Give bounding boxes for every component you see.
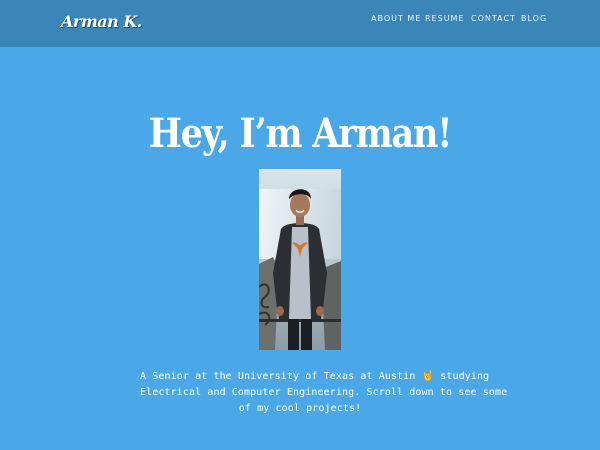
bio-line-1-start: A Senior at the University of Texas at A… [140,371,416,382]
bio-line-2: Electrical and Computer Engineering. Scr… [140,387,508,398]
nav-blog[interactable]: BLOG [521,14,547,23]
navbar: Arman K. ABOUT ME RESUME CONTACT BLOG [0,0,600,47]
bio-line-3: of my cool projects! [238,403,362,414]
profile-photo [259,169,341,350]
rock-on-hand-icon: 🤘 [421,371,435,382]
bio-text: A Senior at the University of Texas at A… [140,369,508,417]
bio-line-1: A Senior at the University of Texas at A… [140,369,489,385]
person-photo-icon [259,169,341,350]
nav-contact[interactable]: CONTACT [471,14,516,23]
nav-resume[interactable]: RESUME [425,14,465,23]
main-nav: ABOUT ME RESUME CONTACT BLOG [0,14,600,26]
nav-about-me[interactable]: ABOUT ME [371,14,421,23]
bio-line-1-end: studying [440,371,490,382]
hero-title: Hey, I’m Arman! [148,110,453,157]
